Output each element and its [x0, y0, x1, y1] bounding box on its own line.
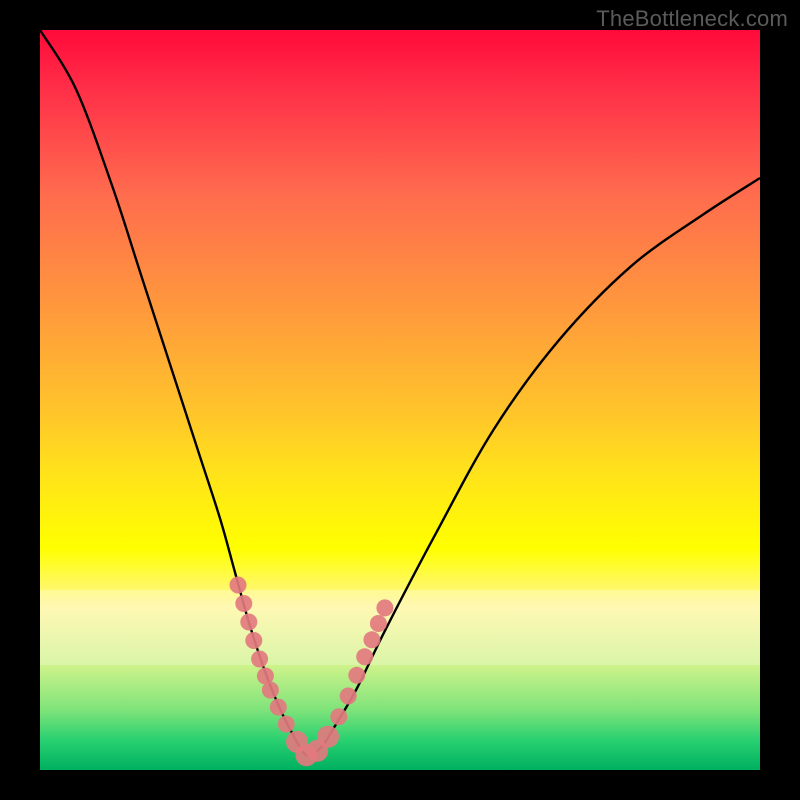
marker-point — [278, 716, 295, 733]
marker-point — [262, 682, 279, 699]
marker-point — [251, 651, 268, 668]
marker-point — [235, 595, 252, 612]
highlighted-points-group — [230, 577, 394, 767]
marker-point — [230, 577, 247, 594]
bottleneck-curve-path — [40, 30, 760, 756]
attribution-label: TheBottleneck.com — [596, 6, 788, 32]
marker-point — [270, 699, 287, 716]
marker-point — [370, 615, 387, 632]
marker-point — [240, 614, 257, 631]
marker-point — [376, 599, 393, 616]
marker-point — [317, 726, 339, 748]
chart-frame: TheBottleneck.com — [0, 0, 800, 800]
marker-point — [245, 632, 262, 649]
marker-point — [363, 631, 380, 648]
marker-point — [330, 708, 347, 725]
marker-point — [356, 648, 373, 665]
marker-point — [348, 667, 365, 684]
bottleneck-curve-svg — [40, 30, 760, 770]
marker-point — [340, 688, 357, 705]
